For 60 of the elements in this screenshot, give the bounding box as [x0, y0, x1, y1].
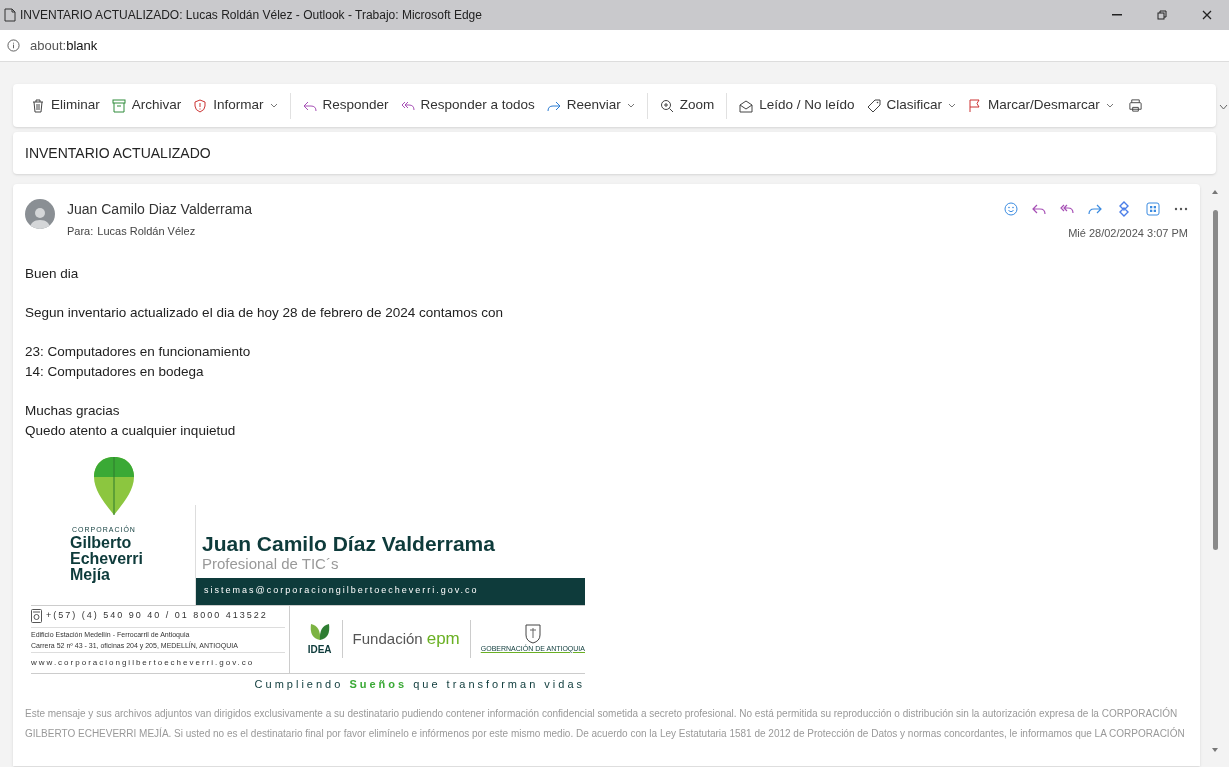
- toolbar-button[interactable]: Zoom: [653, 90, 721, 121]
- reply-icon[interactable]: [1032, 203, 1046, 215]
- partner-logo-text: IDEA: [307, 642, 332, 657]
- body-paragraph: 23: Computadores en funcionamiento 14: Computadores en bodega: [25, 342, 252, 381]
- minimize-icon[interactable]: [1111, 14, 1122, 16]
- toolbar-button[interactable]: Leído / No leído: [733, 90, 861, 121]
- disclaimer-text: GILBERTO ECHEVERRI MEJÍA. Si usted no es el destinatario final por favor elimínelo e infórmenos por este mismo medio. De acuerdo con la Ley Estatutaria 1581 de 2012 de Protección de Datos y normas concordantes, le informamos que LA CORPORACIÓN: [25, 726, 1186, 741]
- flag-icon: [968, 98, 983, 113]
- scroll-up-arrow-icon[interactable]: [1212, 190, 1218, 194]
- forward-icon[interactable]: [1088, 203, 1102, 215]
- body-paragraph: Muchas gracias Quedo atento a cualquier inquietud: [25, 401, 237, 440]
- body-paragraph: Segun inventario actualizado el dia de hoy 28 de febrero de 2024 contamos con: [25, 303, 505, 322]
- chevron-down-icon[interactable]: [1219, 104, 1228, 110]
- partner-logo-text: Fundación: [352, 629, 423, 650]
- tag-icon: [866, 98, 881, 113]
- email-banner[interactable]: sistemas@corporaciongilbertoecheverri.gov.co: [196, 577, 585, 605]
- sender-name[interactable]: Juan Camilo Diaz Valderrama: [67, 199, 252, 220]
- slogan: Cumpliendo Sueños que transforman vidas: [254, 676, 585, 692]
- envelope-icon: [739, 98, 754, 113]
- website-link[interactable]: www.corporaciongilbertoecheverri.gov.co: [31, 652, 285, 673]
- body-paragraph: Buen dia: [25, 264, 80, 283]
- signature-role: Profesional de TIC´s: [201, 555, 340, 572]
- avatar: [25, 199, 55, 229]
- toolbar-button[interactable]: Responder: [296, 90, 395, 121]
- reply-all-icon[interactable]: [1060, 203, 1074, 215]
- recipient-name[interactable]: Lucas Roldán Vélez: [97, 223, 196, 240]
- toolbar-button[interactable]: Eliminar: [25, 90, 106, 121]
- toolbar-button[interactable]: Reenviar: [540, 90, 641, 121]
- page-icon: [4, 8, 16, 22]
- restore-icon[interactable]: [1156, 10, 1167, 20]
- window-title: INVENTARIO ACTUALIZADO: Lucas Roldán Vélez - Outlook - Trabajo: Microsoft Edge: [20, 7, 482, 24]
- address-bar[interactable]: about:blank: [30, 35, 98, 56]
- smiley-icon[interactable]: [1004, 202, 1018, 216]
- scroll-down-arrow-icon[interactable]: [1212, 748, 1218, 752]
- apps-icon[interactable]: [1146, 202, 1160, 216]
- info-icon[interactable]: [7, 39, 20, 52]
- print-icon[interactable]: [1127, 98, 1143, 113]
- disclaimer-text: Este mensaje y sus archivos adjuntos van dirigidos exclusivamente a su destinatario pudiendo contener información confidencial sometida a secreto profesional. No está permitida su reproducción o distribución sin la autorización expresa de la CORPORACIÓN: [25, 706, 1179, 721]
- message-date: Mié 28/02/2024 3:07 PM: [1068, 226, 1188, 241]
- trash-icon: [31, 98, 45, 113]
- toolbar-button[interactable]: Clasificar: [860, 90, 963, 121]
- zoom-icon: [659, 98, 674, 113]
- coat-of-arms-icon: [524, 623, 541, 644]
- phone-number: +(57) (4) 540 90 40 / 01 8000 413522: [46, 609, 268, 623]
- leaf-logo-icon: [308, 621, 331, 642]
- archive-icon: [111, 98, 126, 113]
- signature-name: Juan Camilo Díaz Valderrama: [201, 531, 496, 556]
- toolbar-button[interactable]: Informar: [187, 90, 284, 121]
- close-icon[interactable]: [1201, 10, 1212, 20]
- toolbar-button[interactable]: Responder a todos: [394, 90, 541, 121]
- to-label: Para:: [67, 224, 94, 239]
- more-icon[interactable]: [1174, 207, 1188, 211]
- subject-text: INVENTARIO ACTUALIZADO: [25, 143, 211, 163]
- toolbar-button[interactable]: Marcar/Desmarcar: [962, 90, 1120, 121]
- toolbar-button[interactable]: Archivar: [105, 90, 188, 121]
- org-name-line: Gilberto: [70, 535, 133, 551]
- shield-icon: [193, 98, 208, 113]
- partner-logo-text: epm: [426, 628, 460, 651]
- org-name-line: Echeverri: [70, 551, 144, 567]
- org-name-line: Mejía: [70, 567, 111, 583]
